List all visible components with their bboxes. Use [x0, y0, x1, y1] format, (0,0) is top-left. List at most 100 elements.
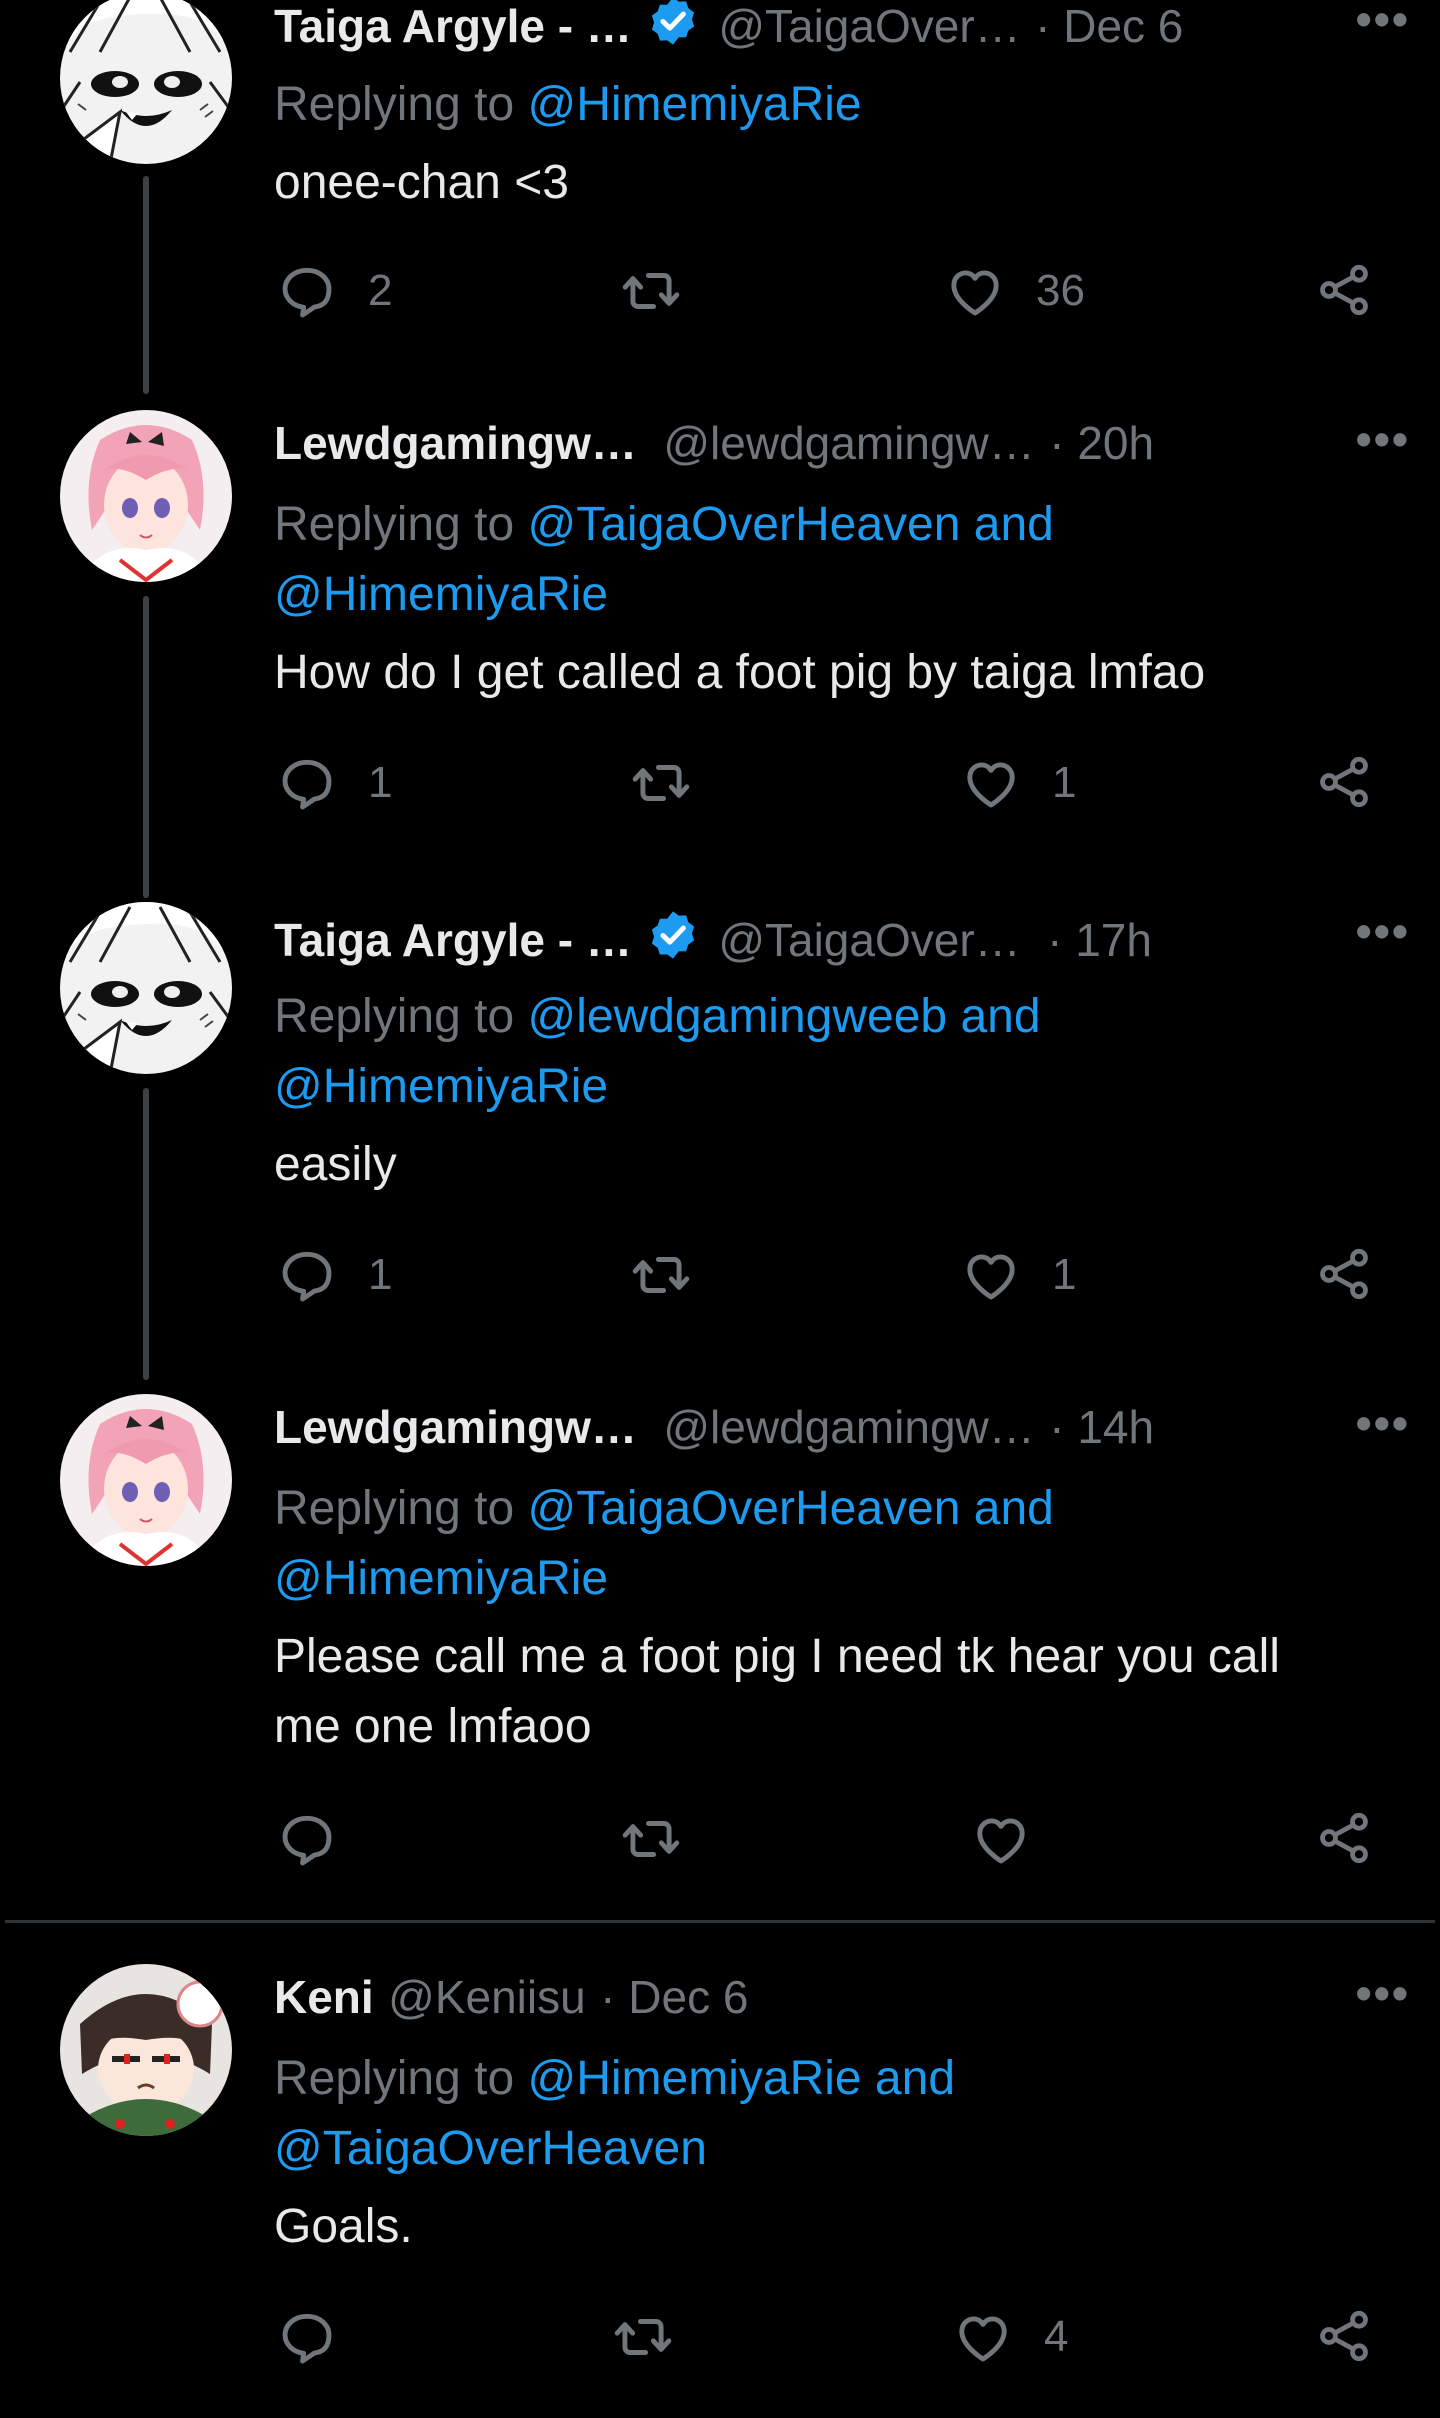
pink-hair-anime-avatar-image — [60, 1394, 232, 1566]
more-options-icon[interactable]: ••• — [1356, 904, 1410, 958]
retweet-icon — [630, 752, 692, 814]
retweet-button[interactable] — [630, 752, 692, 814]
replying-to: Replying to @TaigaOverHeaven and @Himemi… — [274, 1474, 1394, 1614]
tweet-text-line: Please call me a foot pig I need tk hear… — [274, 1630, 1280, 1683]
like-count: 4 — [1044, 2312, 1069, 2361]
action-bar: 4 — [0, 2306, 1440, 2376]
heart-icon — [952, 2306, 1014, 2368]
like-button[interactable] — [970, 1808, 1032, 1870]
action-bar: 2 36 — [0, 260, 1440, 330]
share-button[interactable] — [1314, 752, 1374, 812]
avatar[interactable] — [60, 902, 232, 1074]
more-options-icon[interactable]: ••• — [1356, 1966, 1410, 2020]
tweet-text-line: me one lmfaoo — [274, 1700, 592, 1753]
avatar[interactable] — [60, 0, 232, 164]
mention-link[interactable]: @HimemiyaRie — [527, 78, 861, 131]
share-button[interactable] — [1314, 2306, 1374, 2366]
reply-count: 1 — [368, 1250, 393, 1299]
conversation-divider — [5, 1920, 1435, 1923]
avatar[interactable] — [60, 1394, 232, 1566]
reply-icon — [276, 1244, 338, 1306]
author-name[interactable]: Taiga Argyle - … — [274, 0, 632, 52]
tweet-time[interactable]: · Dec 6 — [600, 1971, 748, 2023]
reply-button[interactable]: 1 — [276, 1244, 392, 1306]
replying-prefix: Replying to — [274, 990, 528, 1043]
author-handle[interactable]: @lewdgamingw… — [663, 1401, 1034, 1453]
more-options-icon[interactable]: ••• — [1356, 1396, 1410, 1450]
reply-count: 2 — [368, 266, 393, 315]
mention-link[interactable]: @HimemiyaRie and — [527, 2052, 955, 2105]
heart-icon — [960, 752, 1022, 814]
retweet-icon — [612, 2306, 674, 2368]
tweet-time[interactable]: · 14h — [1049, 1401, 1154, 1453]
retweet-button[interactable] — [612, 2306, 674, 2368]
tweet-header: Keni @Keniisu · Dec 6 — [274, 1970, 1394, 2030]
like-button[interactable]: 4 — [952, 2306, 1068, 2368]
reply-button[interactable] — [276, 2306, 338, 2368]
reply-icon — [276, 260, 338, 322]
tweet-time[interactable]: · 20h — [1049, 417, 1154, 469]
avatar[interactable] — [60, 410, 232, 582]
manga-girl-avatar-image — [60, 0, 232, 164]
tweet-time[interactable]: · Dec 6 — [1035, 0, 1183, 52]
like-button[interactable]: 1 — [960, 752, 1076, 814]
author-handle[interactable]: @TaigaOver… — [718, 0, 1020, 52]
like-count: 1 — [1052, 758, 1077, 807]
tweet-text: Goals. — [274, 2200, 413, 2253]
author-name[interactable]: Keni — [274, 1971, 374, 2023]
reply-count: 1 — [368, 758, 393, 807]
heart-icon — [944, 260, 1006, 322]
author-name[interactable]: Taiga Argyle - … — [274, 914, 632, 966]
replying-to: Replying to @lewdgamingweeb and @Himemiy… — [274, 982, 1394, 1122]
mention-link[interactable]: @TaigaOverHeaven and — [527, 498, 1053, 551]
manga-girl-avatar-image — [60, 902, 232, 1074]
author-handle[interactable]: @TaigaOver… — [718, 914, 1020, 966]
retweet-button[interactable] — [620, 260, 682, 322]
reply-button[interactable]: 1 — [276, 752, 392, 814]
mention-link[interactable]: @HimemiyaRie — [274, 1060, 608, 1113]
retweet-icon — [620, 1808, 682, 1870]
tweet-text: Please call me a foot pig I need tk hear… — [274, 1622, 1394, 1762]
replying-prefix: Replying to — [274, 498, 528, 551]
reply-button[interactable]: 2 — [276, 260, 392, 322]
like-count: 1 — [1052, 1250, 1077, 1299]
tweet-time[interactable]: · 17h — [1047, 914, 1152, 966]
thread-line — [143, 596, 149, 898]
retweet-button[interactable] — [620, 1808, 682, 1870]
avatar[interactable] — [60, 1964, 232, 2136]
heart-icon — [960, 1244, 1022, 1306]
more-options-icon[interactable]: ••• — [1356, 412, 1410, 466]
heart-icon — [970, 1808, 1032, 1870]
author-handle[interactable]: @Keniisu — [388, 1971, 586, 2023]
mention-link[interactable]: @HimemiyaRie — [274, 568, 608, 621]
more-options-icon[interactable]: ••• — [1356, 0, 1410, 46]
mention-link[interactable]: @lewdgamingweeb and — [527, 990, 1040, 1043]
thread-line — [143, 1088, 149, 1380]
reply-button[interactable] — [276, 1808, 338, 1870]
retweet-button[interactable] — [630, 1244, 692, 1306]
share-icon — [1314, 752, 1374, 812]
tweet-header: Taiga Argyle - … @TaigaOver… · 17h — [274, 908, 1394, 968]
replying-prefix: Replying to — [274, 78, 528, 131]
author-handle[interactable]: @lewdgamingw… — [663, 417, 1034, 469]
share-button[interactable] — [1314, 1244, 1374, 1304]
replying-to: Replying to @HimemiyaRie — [274, 70, 1394, 140]
mention-link[interactable]: @TaigaOverHeaven and — [527, 1482, 1053, 1535]
tweet-header: Lewdgamingw… @lewdgamingw… · 14h — [274, 1400, 1394, 1460]
share-icon — [1314, 260, 1374, 320]
mention-link[interactable]: @HimemiyaRie — [274, 1552, 608, 1605]
share-button[interactable] — [1314, 1808, 1374, 1868]
like-button[interactable]: 1 — [960, 1244, 1076, 1306]
author-name[interactable]: Lewdgamingw… — [274, 417, 637, 469]
like-button[interactable]: 36 — [944, 260, 1085, 322]
share-icon — [1314, 2306, 1374, 2366]
replying-to: Replying to @HimemiyaRie and @TaigaOverH… — [274, 2044, 1394, 2184]
mention-link[interactable]: @TaigaOverHeaven — [274, 2122, 707, 2175]
author-name[interactable]: Lewdgamingw… — [274, 1401, 637, 1453]
reply-icon — [276, 1808, 338, 1870]
tweet-text: easily — [274, 1138, 397, 1191]
replying-prefix: Replying to — [274, 1482, 528, 1535]
reply-icon — [276, 2306, 338, 2368]
verified-badge-icon — [646, 0, 700, 53]
share-button[interactable] — [1314, 260, 1374, 320]
